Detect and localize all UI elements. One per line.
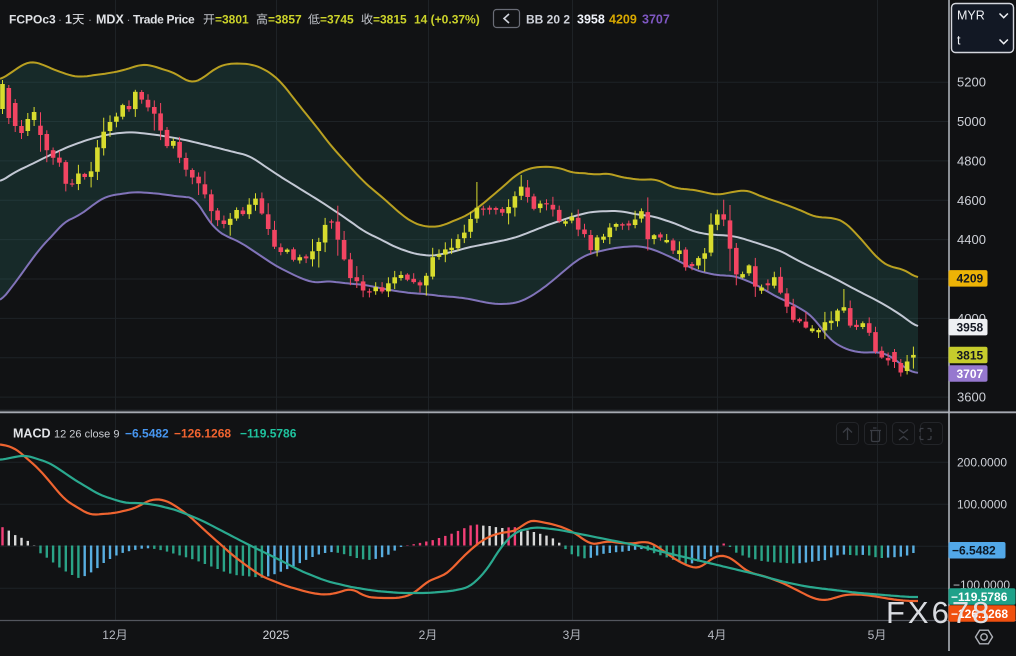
svg-text:−6.5482: −6.5482 — [125, 427, 169, 441]
svg-text:4600: 4600 — [957, 193, 986, 208]
svg-text:FCPOc3: FCPOc3 — [9, 13, 56, 27]
svg-text:=3815: =3815 — [373, 13, 407, 27]
svg-text:Trade Price: Trade Price — [133, 13, 195, 27]
svg-text:5200: 5200 — [957, 75, 986, 90]
svg-text:−119.5786: −119.5786 — [240, 427, 297, 441]
svg-text:4209: 4209 — [957, 272, 984, 286]
svg-text:=3801: =3801 — [215, 13, 249, 27]
svg-text:5000: 5000 — [957, 114, 986, 129]
svg-text:=3857: =3857 — [268, 13, 302, 27]
svg-text:12 26 close 9: 12 26 close 9 — [54, 429, 119, 441]
svg-text:100.0000: 100.0000 — [957, 498, 1007, 512]
svg-text:14 (+0.37%): 14 (+0.37%) — [414, 13, 480, 27]
svg-text:3600: 3600 — [957, 390, 986, 405]
svg-text:3958: 3958 — [957, 321, 984, 335]
svg-text:MACD: MACD — [13, 427, 51, 441]
svg-text:·: · — [127, 13, 131, 27]
svg-text:4800: 4800 — [957, 153, 986, 168]
svg-text:200.0000: 200.0000 — [957, 456, 1007, 470]
svg-text:3707: 3707 — [957, 367, 984, 381]
svg-text:−6.5482: −6.5482 — [952, 544, 996, 558]
svg-text:2: 2 — [419, 628, 426, 642]
svg-text:=3745: =3745 — [320, 13, 354, 27]
svg-text:MYR: MYR — [957, 9, 985, 23]
svg-text:12: 12 — [102, 628, 116, 642]
svg-text:t: t — [957, 34, 961, 48]
svg-text:FX678: FX678 — [886, 595, 992, 630]
svg-text:−126.1268: −126.1268 — [174, 427, 231, 441]
svg-text:2025: 2025 — [263, 628, 290, 642]
svg-text:5: 5 — [868, 628, 875, 642]
svg-text:·: · — [58, 13, 62, 27]
svg-text:3815: 3815 — [957, 348, 984, 362]
svg-text:3: 3 — [563, 628, 570, 642]
svg-text:BB 20 2: BB 20 2 — [526, 13, 570, 27]
svg-text:4400: 4400 — [957, 232, 986, 247]
svg-text:3958: 3958 — [577, 13, 605, 27]
svg-text:·: · — [88, 13, 92, 27]
svg-text:4209: 4209 — [609, 13, 637, 27]
svg-text:1: 1 — [65, 13, 72, 27]
svg-text:3707: 3707 — [642, 13, 670, 27]
svg-text:MDX: MDX — [96, 13, 124, 27]
svg-text:4: 4 — [708, 628, 715, 642]
